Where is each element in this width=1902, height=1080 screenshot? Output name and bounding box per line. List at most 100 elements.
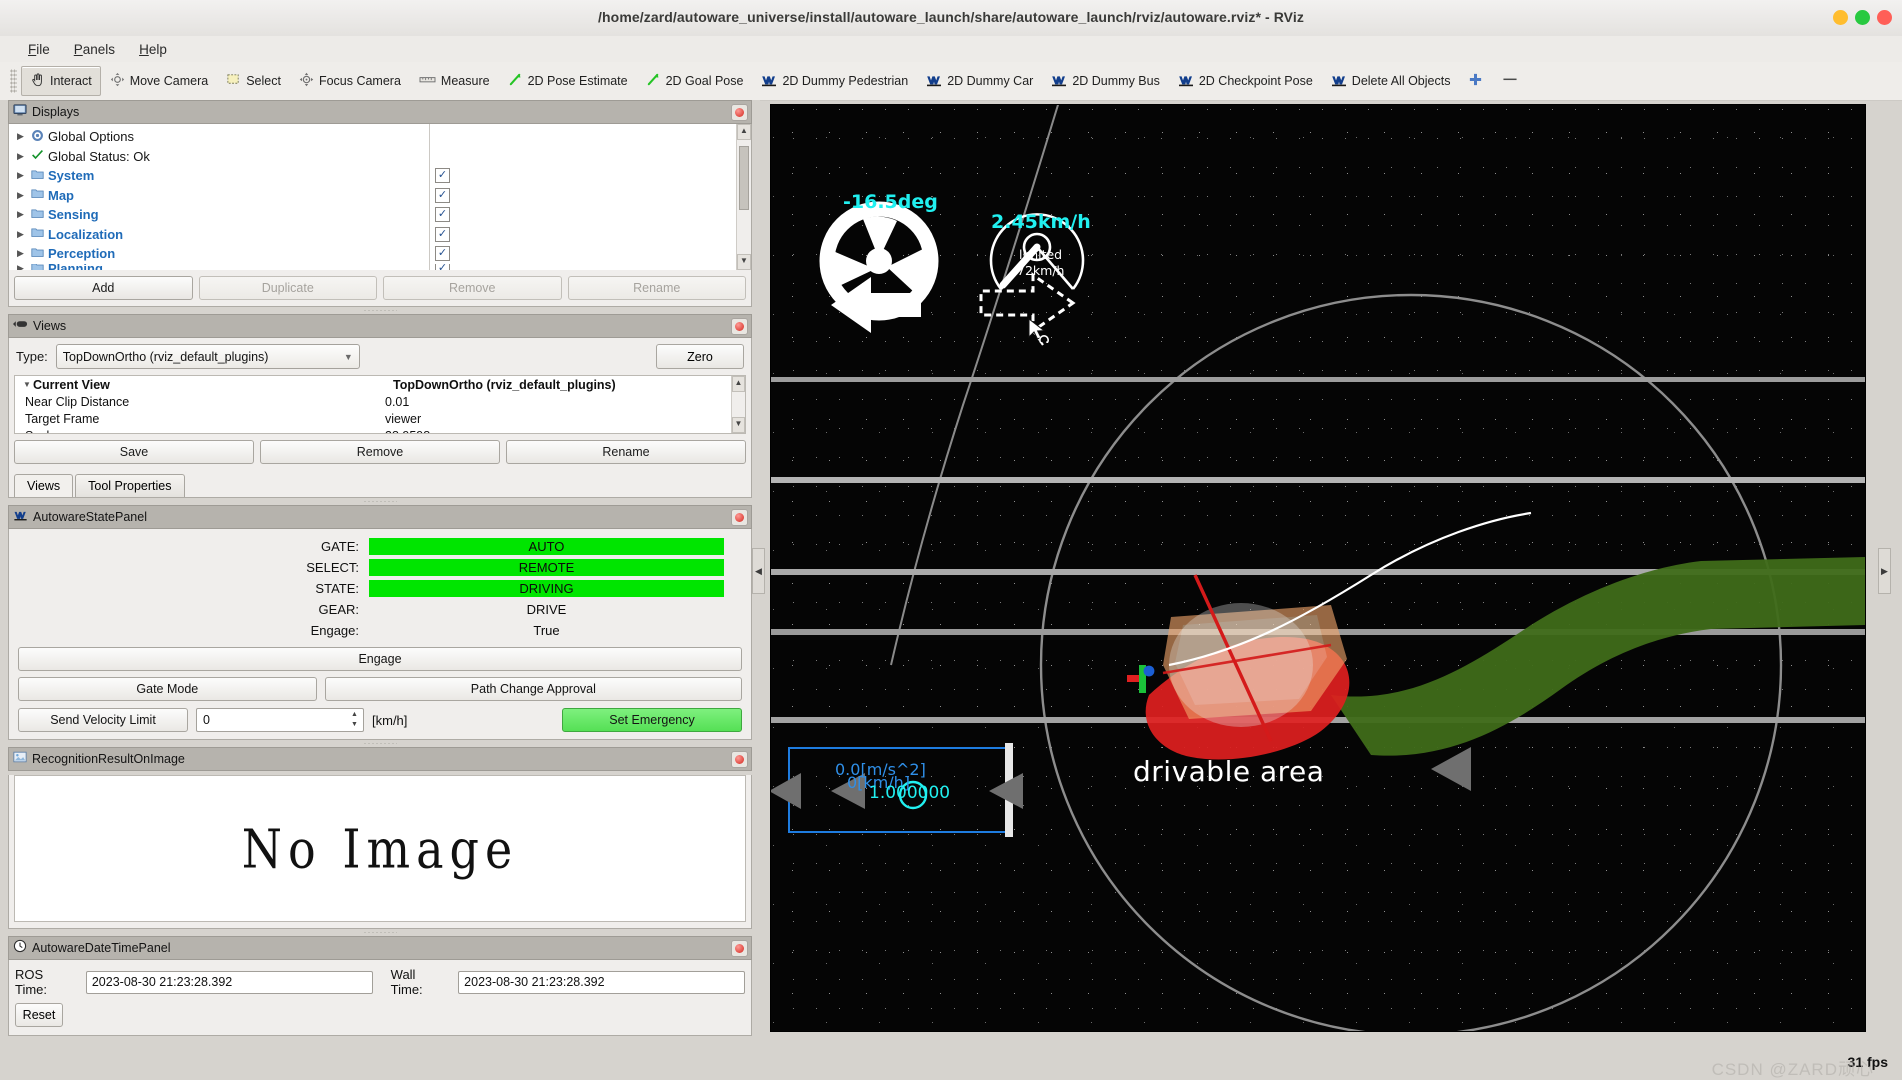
tree-row-global-options[interactable]: ▶ Global Options (9, 127, 751, 147)
rename-view-button[interactable]: Rename (506, 440, 746, 464)
tool-move-camera[interactable]: Move Camera (101, 66, 218, 96)
property-value: TopDownOrtho (rviz_default_plugins) (393, 377, 616, 392)
scroll-down-icon[interactable]: ▼ (732, 417, 745, 433)
tree-row-system[interactable]: ▶ System ✓ (9, 166, 751, 186)
close-button[interactable] (1877, 10, 1892, 25)
tool-2d-dummy-bus[interactable]: 2D Dummy Bus (1042, 66, 1169, 96)
tool-focus-camera[interactable]: Focus Camera (290, 66, 410, 96)
tool-2d-checkpoint-pose[interactable]: 2D Checkpoint Pose (1169, 66, 1322, 96)
toolbar-grip[interactable] (10, 69, 17, 93)
gate-mode-button[interactable]: Gate Mode (18, 677, 317, 701)
rename-button[interactable]: Rename (567, 276, 746, 300)
chevron-right-icon[interactable]: ▶ (17, 190, 31, 201)
path-change-approval-button[interactable]: Path Change Approval (324, 677, 742, 701)
menu-panels[interactable]: Panels (62, 39, 127, 60)
tree-row-perception[interactable]: ▶ Perception ✓ (9, 244, 751, 264)
menu-help[interactable]: Help (127, 39, 179, 60)
duplicate-button[interactable]: Duplicate (198, 276, 377, 300)
tool-delete-all-objects[interactable]: Delete All Objects (1322, 66, 1460, 96)
tab-views[interactable]: Views (14, 474, 74, 497)
chevron-right-icon[interactable]: ▶ (17, 151, 31, 162)
add-button[interactable]: Add (14, 276, 193, 300)
tool-2d-dummy-pedestrian[interactable]: 2D Dummy Pedestrian (752, 66, 917, 96)
views-scrollbar[interactable]: ▲ ▼ (731, 376, 745, 433)
menu-file[interactable]: File (16, 39, 62, 60)
right-dock-collapse-button[interactable]: ▶ (1878, 548, 1891, 594)
tree-label: Perception (48, 246, 116, 262)
views-panel-close-icon[interactable] (731, 318, 748, 335)
engage-button[interactable]: Engage (18, 647, 742, 671)
view-properties-table[interactable]: ▼ Current View TopDownOrtho (rviz_defaul… (14, 375, 746, 434)
chevron-right-icon[interactable]: ▶ (17, 248, 31, 259)
tree-checkbox[interactable]: ✓ (435, 187, 450, 203)
tool-measure[interactable]: Measure (410, 66, 499, 96)
render-viewport-3d[interactable]: -16.5deg 2.45km/h limited 72km/h 0.0[m/s… (770, 104, 1866, 1032)
send-velocity-limit-button[interactable]: Send Velocity Limit (18, 708, 188, 732)
scrollbar-thumb[interactable] (739, 146, 749, 210)
tree-row-global-status[interactable]: ▶ Global Status: Ok (9, 147, 751, 167)
datetime-panel-close-icon[interactable] (731, 940, 748, 957)
tree-checkbox[interactable]: ✓ (435, 246, 450, 262)
ros-time-label: ROS Time: (15, 967, 48, 997)
state-panel-body: GATE: AUTO SELECT: REMOTE STATE: DRIVING… (8, 529, 752, 740)
scroll-down-icon[interactable]: ▼ (737, 254, 751, 270)
remove-view-button[interactable]: Remove (260, 440, 500, 464)
tree-row-sensing[interactable]: ▶ Sensing ✓ (9, 205, 751, 225)
tree-row-localization[interactable]: ▶ Localization ✓ (9, 225, 751, 245)
property-row-near-clip[interactable]: Near Clip Distance 0.01 (15, 393, 745, 410)
dock-splitter[interactable] (0, 740, 760, 747)
chevron-down-icon[interactable]: ▼ (23, 380, 31, 389)
property-row-target-frame[interactable]: Target Frame viewer (15, 410, 745, 427)
status-badge: AUTO (369, 538, 724, 555)
minimize-button[interactable] (1833, 10, 1848, 25)
chevron-down-icon[interactable]: ▼ (344, 352, 353, 362)
zero-button[interactable]: Zero (656, 344, 744, 369)
tree-checkbox[interactable]: ✓ (435, 168, 450, 184)
dock-splitter[interactable] (0, 307, 760, 314)
tree-checkbox[interactable]: ✓ (435, 263, 450, 270)
datetime-panel-header: AutowareDateTimePanel (8, 936, 752, 960)
recognition-panel-close-icon[interactable] (731, 751, 748, 768)
chevron-right-icon[interactable]: ▶ (17, 131, 31, 142)
dock-splitter[interactable] (0, 498, 760, 505)
stepper-arrows[interactable]: ▲ ▼ (348, 710, 361, 730)
tool-interact[interactable]: Interact (21, 66, 101, 96)
view-type-value: TopDownOrtho (rviz_default_plugins) (62, 349, 269, 364)
chevron-right-icon[interactable]: ▶ (17, 229, 31, 240)
wall-time-field[interactable]: 2023-08-30 21:23:28.392 (458, 970, 745, 994)
displays-scrollbar[interactable]: ▲ ▼ (736, 124, 751, 270)
views-button-row: Save Remove Rename (9, 434, 751, 470)
ros-time-field[interactable]: 2023-08-30 21:23:28.392 (85, 970, 373, 994)
chevron-right-icon[interactable]: ▶ (17, 264, 31, 271)
tree-checkbox[interactable]: ✓ (435, 226, 450, 242)
displays-tree[interactable]: ▶ Global Options ▶ Global Status: Ok ▶ S… (9, 124, 751, 270)
property-row-scale[interactable]: Scale 38.9598 (15, 427, 745, 434)
scroll-up-icon[interactable]: ▲ (737, 124, 751, 140)
chevron-right-icon[interactable]: ▶ (17, 170, 31, 181)
tab-tool-properties[interactable]: Tool Properties (75, 474, 185, 497)
tree-checkbox[interactable]: ✓ (435, 207, 450, 223)
displays-panel-close-icon[interactable] (731, 104, 748, 121)
tree-row-map[interactable]: ▶ Map ✓ (9, 186, 751, 206)
tool-select[interactable]: Select (217, 66, 290, 96)
property-row-current-view[interactable]: ▼ Current View TopDownOrtho (rviz_defaul… (15, 376, 745, 393)
maximize-button[interactable] (1855, 10, 1870, 25)
tool-remove[interactable] (1492, 66, 1528, 96)
wall-time-label: Wall Time: (390, 967, 423, 997)
dock-splitter[interactable] (0, 929, 760, 936)
set-emergency-button[interactable]: Set Emergency (562, 708, 742, 732)
tool-2d-pose-estimate[interactable]: 2D Pose Estimate (499, 66, 637, 96)
tool-add[interactable] (1459, 66, 1492, 96)
scroll-up-icon[interactable]: ▲ (732, 376, 745, 392)
tool-2d-dummy-car[interactable]: 2D Dummy Car (917, 66, 1042, 96)
save-view-button[interactable]: Save (14, 440, 254, 464)
chevron-right-icon[interactable]: ▶ (17, 209, 31, 220)
tool-2d-goal-pose[interactable]: 2D Goal Pose (637, 66, 753, 96)
state-panel-close-icon[interactable] (731, 509, 748, 526)
tree-row-planning[interactable]: ▶ Planning ✓ (9, 263, 751, 271)
reset-button[interactable]: Reset (15, 1003, 63, 1027)
velocity-limit-input[interactable]: 0 ▲ ▼ (196, 708, 364, 732)
remove-button[interactable]: Remove (383, 276, 562, 300)
left-dock-collapse-button[interactable]: ◀ (752, 548, 765, 594)
view-type-select[interactable]: TopDownOrtho (rviz_default_plugins) ▼ (55, 344, 360, 369)
